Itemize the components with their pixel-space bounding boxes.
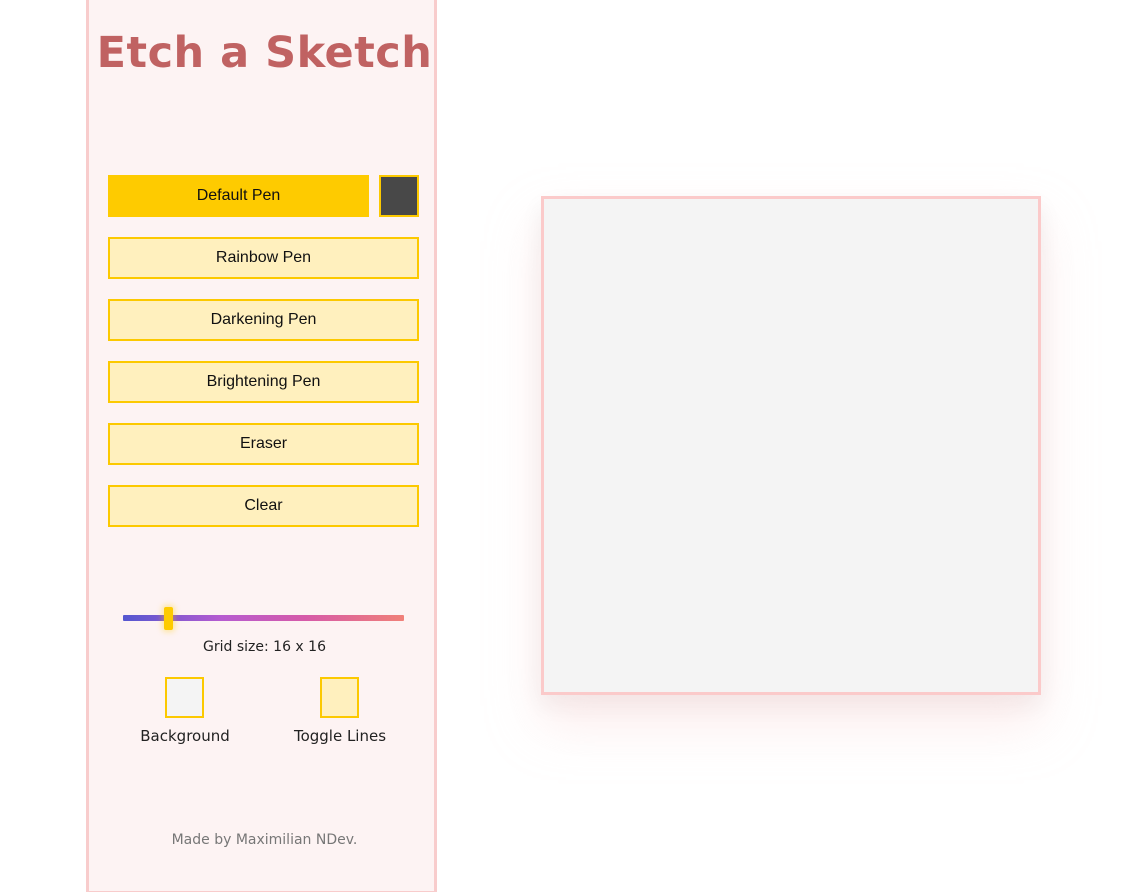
- pen-color-picker[interactable]: [379, 175, 419, 217]
- brightening-pen-button[interactable]: Brightening Pen: [108, 361, 419, 403]
- grid-size-slider-thumb[interactable]: [164, 607, 173, 630]
- grid-size-label: Grid size: 16 x 16: [203, 639, 326, 655]
- darkening-pen-button[interactable]: Darkening Pen: [108, 299, 419, 341]
- background-label: Background: [140, 727, 230, 745]
- grid-size-slider[interactable]: [123, 607, 404, 630]
- toggle-lines-button[interactable]: [320, 677, 359, 718]
- clear-button[interactable]: Clear: [108, 485, 419, 527]
- sidebar: Etch a Sketch Default Pen Rainbow Pen Da…: [86, 0, 437, 892]
- app-title: Etch a Sketch: [96, 28, 433, 78]
- eraser-button[interactable]: Eraser: [108, 423, 419, 465]
- sketch-canvas[interactable]: [541, 196, 1041, 695]
- rainbow-pen-button[interactable]: Rainbow Pen: [108, 237, 419, 279]
- credit-text: Made by Maximilian NDev.: [171, 832, 358, 848]
- page: Etch a Sketch Default Pen Rainbow Pen Da…: [0, 0, 1121, 892]
- background-color-picker[interactable]: [165, 677, 204, 718]
- toggle-lines-label: Toggle Lines: [293, 727, 387, 745]
- default-pen-button[interactable]: Default Pen: [108, 175, 369, 217]
